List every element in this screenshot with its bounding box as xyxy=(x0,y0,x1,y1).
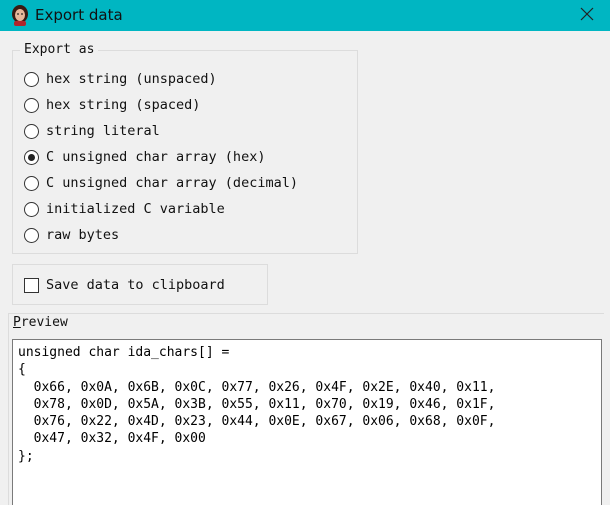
radio-c-array-hex[interactable]: C unsigned char array (hex) xyxy=(24,148,265,166)
radio-button[interactable] xyxy=(24,227,39,243)
radio-c-array-decimal[interactable]: C unsigned char array (decimal) xyxy=(24,174,298,192)
radio-hex-unspaced[interactable]: hex string (unspaced) xyxy=(24,70,217,88)
export-as-legend: Export as xyxy=(20,42,99,58)
radio-label: initialized C variable xyxy=(46,201,225,217)
code-line: 0x76, 0x22, 0x4D, 0x23, 0x44, 0x0E, 0x67… xyxy=(18,414,496,430)
radio-button[interactable] xyxy=(24,175,39,191)
app-avatar-icon xyxy=(9,4,31,26)
preview-label-mnemonic: P xyxy=(13,315,21,330)
radio-button[interactable] xyxy=(24,71,39,87)
export-data-dialog: Export data Export as hex string (unspac… xyxy=(0,0,610,505)
code-line: 0x78, 0x0D, 0x5A, 0x3B, 0x55, 0x11, 0x70… xyxy=(18,396,496,412)
radio-button[interactable] xyxy=(24,123,39,139)
radio-label: string literal xyxy=(46,123,160,139)
radio-label: hex string (spaced) xyxy=(46,97,201,113)
close-icon xyxy=(580,6,594,25)
code-line: }; xyxy=(18,448,34,464)
radio-label: hex string (unspaced) xyxy=(46,71,217,87)
close-button[interactable] xyxy=(564,0,610,31)
radio-raw-bytes[interactable]: raw bytes xyxy=(24,226,119,244)
preview-label-rest: review xyxy=(20,315,68,330)
radio-label: raw bytes xyxy=(46,227,120,243)
radio-label: C unsigned char array (decimal) xyxy=(46,175,298,191)
code-line: { xyxy=(18,362,26,378)
preview-textarea[interactable]: unsigned char ida_chars[] = { 0x66, 0x0A… xyxy=(12,339,602,505)
radio-button-selected[interactable] xyxy=(24,149,39,165)
preview-label: Preview xyxy=(13,315,68,331)
title-bar: Export data xyxy=(0,0,610,31)
radio-hex-spaced[interactable]: hex string (spaced) xyxy=(24,96,200,114)
radio-label: C unsigned char array (hex) xyxy=(46,149,266,165)
save-to-clipboard-checkbox[interactable] xyxy=(24,277,39,293)
save-to-clipboard-checkbox-row[interactable]: Save data to clipboard xyxy=(24,277,225,293)
radio-initialized-c-variable[interactable]: initialized C variable xyxy=(24,200,225,218)
code-line: unsigned char ida_chars[] = xyxy=(18,345,230,360)
radio-button[interactable] xyxy=(24,97,39,113)
save-to-clipboard-label: Save data to clipboard xyxy=(46,277,225,293)
radio-button[interactable] xyxy=(24,201,39,217)
code-line: 0x47, 0x32, 0x4F, 0x00 xyxy=(18,431,206,447)
code-line: 0x66, 0x0A, 0x6B, 0x0C, 0x77, 0x26, 0x4F… xyxy=(18,379,496,395)
window-title: Export data xyxy=(35,6,123,24)
radio-string-literal[interactable]: string literal xyxy=(24,122,160,140)
